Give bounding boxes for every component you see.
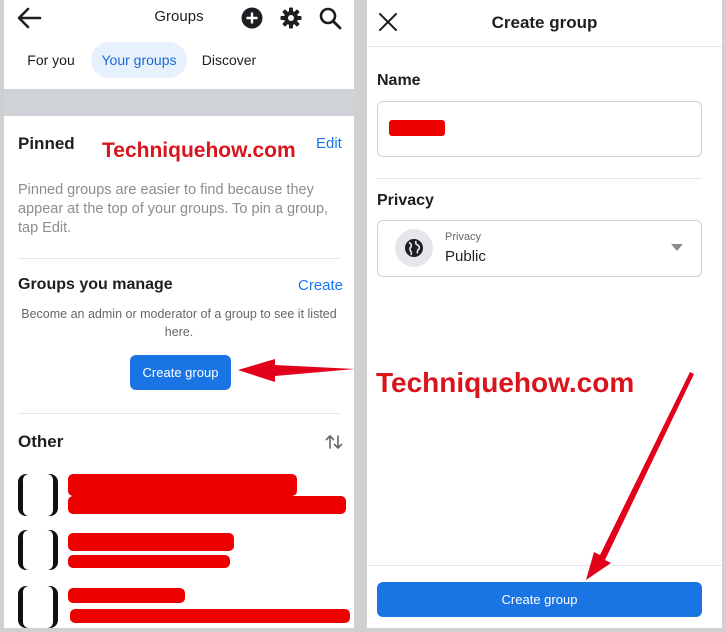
annotation-arrows xyxy=(238,359,694,580)
arrow-to-left-button-icon xyxy=(238,359,355,382)
arrow-to-right-button-icon xyxy=(586,372,694,580)
